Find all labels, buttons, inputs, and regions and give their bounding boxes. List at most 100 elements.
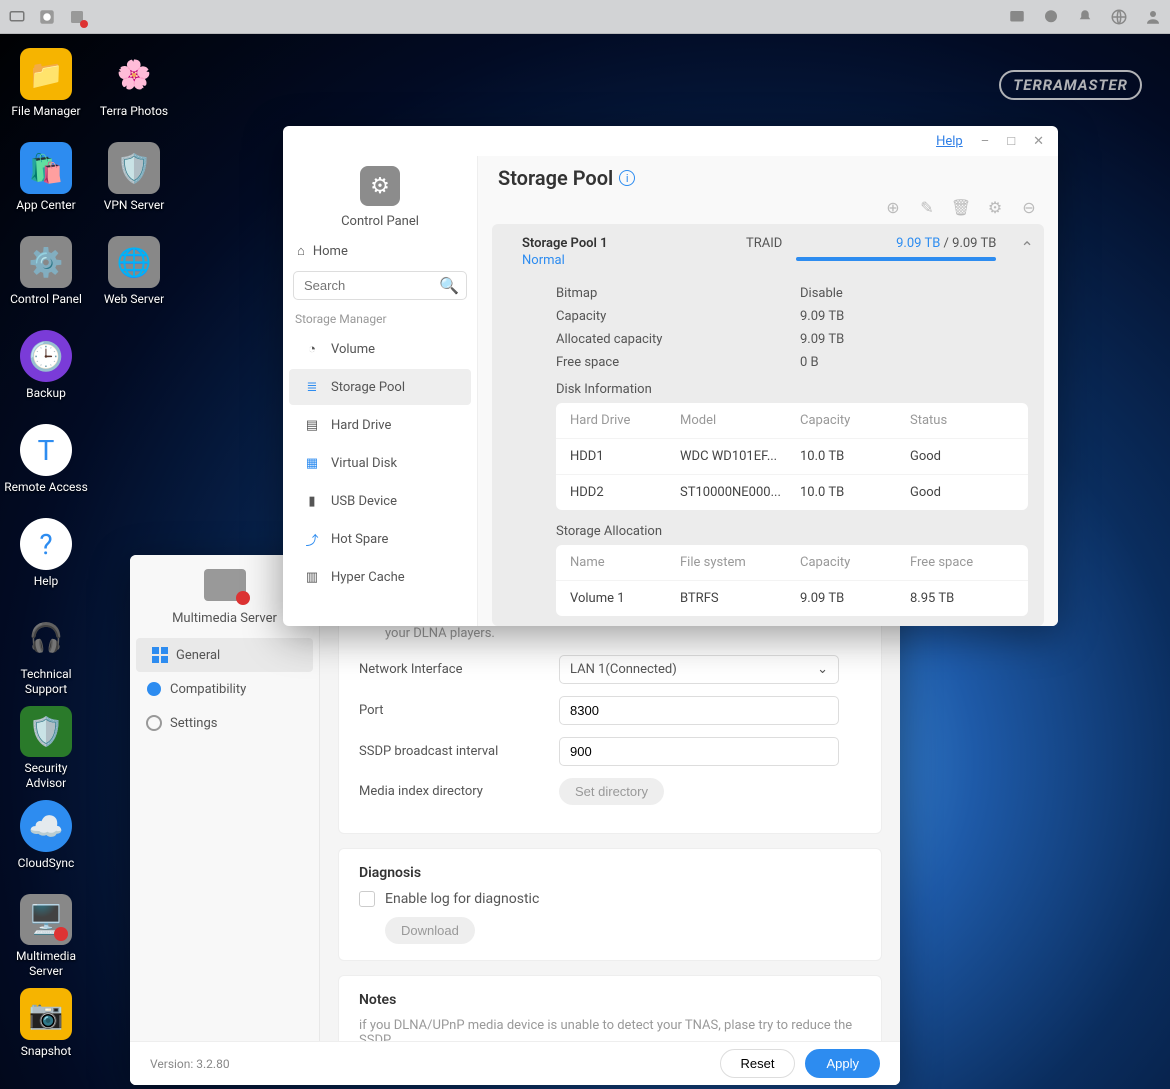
network-interface-select[interactable]: LAN 1(Connected) ⌄ <box>559 655 839 684</box>
mm-diagnosis-card: Diagnosis Enable log for diagnostic Down… <box>338 848 882 961</box>
disk-info-title: Disk Information <box>556 382 1028 397</box>
tab-settings[interactable]: Settings <box>130 706 319 740</box>
search-icon: 🔍 <box>439 276 459 295</box>
user-icon[interactable] <box>1144 8 1162 26</box>
home-link[interactable]: ⌂ Home <box>283 235 477 267</box>
brand-logo: TERRAMASTER <box>999 70 1142 100</box>
minimize-button[interactable]: – <box>981 134 990 149</box>
desktop-snapshot[interactable]: 📷Snapshot <box>4 984 88 1072</box>
nav-hard-drive[interactable]: ▤Hard Drive <box>289 407 471 443</box>
dashboard-icon[interactable] <box>1008 8 1026 26</box>
disk-row: HDD2 ST10000NE000... 10.0 TB Good <box>556 474 1028 510</box>
port-input[interactable] <box>559 696 839 725</box>
mm-app-icon <box>204 569 246 601</box>
desktop-cloudsync[interactable]: ☁️CloudSync <box>4 796 88 884</box>
allocation-title: Storage Allocation <box>556 524 1028 539</box>
allocation-table: Name File system Capacity Free space Vol… <box>556 545 1028 616</box>
show-desktop-icon[interactable] <box>8 8 26 26</box>
desktop-backup[interactable]: 🕒Backup <box>4 326 88 414</box>
nav-volume[interactable]: ◔Volume <box>289 331 471 367</box>
nav-virtual-disk[interactable]: ▦Virtual Disk <box>289 445 471 481</box>
multimedia-server-window: Multimedia Server General Compatibility … <box>130 555 900 1085</box>
desktop-remote-access[interactable]: TRemote Access <box>4 420 88 508</box>
tab-general-label: General <box>176 648 220 663</box>
desktop-vpn-server[interactable]: 🛡️VPN Server <box>92 138 176 226</box>
desktop-web-server[interactable]: 🌐Web Server <box>92 232 176 320</box>
notes-title: Notes <box>359 992 861 1008</box>
control-panel-window: Help – □ ✕ ⚙ Control Panel ⌂ Home 🔍 Stor… <box>283 126 1058 626</box>
settings-button[interactable]: ⚙ <box>986 198 1004 216</box>
media-directory-label: Media index directory <box>359 784 559 799</box>
mm-sidebar: Multimedia Server General Compatibility … <box>130 555 320 1085</box>
download-log-button[interactable]: Download <box>385 917 475 944</box>
edit-button[interactable]: ✎ <box>918 198 936 216</box>
pool-raid-type: TRAID <box>746 236 782 251</box>
desktop-security-advisor[interactable]: 🛡️Security Advisor <box>4 702 88 790</box>
chat-icon[interactable] <box>1042 8 1060 26</box>
control-panel-icon[interactable] <box>38 8 56 26</box>
hyper-cache-icon: ▥ <box>303 568 321 586</box>
multimedia-server-icon[interactable] <box>68 8 86 26</box>
usb-icon: ▮ <box>303 492 321 510</box>
desktop-file-manager[interactable]: 📁File Manager <box>4 44 88 132</box>
page-title: Storage Pool <box>498 166 613 190</box>
ssdp-label: SSDP broadcast interval <box>359 744 559 759</box>
mm-version: Version: 3.2.80 <box>150 1057 230 1071</box>
desktop-help[interactable]: ?Help <box>4 514 88 602</box>
mm-app-title: Multimedia Server <box>172 611 277 626</box>
desktop-technical-support[interactable]: 🎧Technical Support <box>4 608 88 696</box>
desktop-multimedia-server[interactable]: 🖥️Multimedia Server <box>4 890 88 978</box>
storage-pool-panel: Storage Pool 1 Normal TRAID 9.09 TB / 9.… <box>492 224 1044 626</box>
control-panel-app-icon: ⚙ <box>360 166 400 206</box>
close-button[interactable]: ✕ <box>1033 134 1044 149</box>
chevron-down-icon: ⌄ <box>817 662 828 677</box>
network-interface-label: Network Interface <box>359 662 559 677</box>
apply-button[interactable]: Apply <box>805 1049 880 1078</box>
bell-icon[interactable] <box>1076 8 1094 26</box>
pool-total: 9.09 TB <box>952 236 996 251</box>
home-icon: ⌂ <box>297 243 305 259</box>
desktop-control-panel[interactable]: ⚙️Control Panel <box>4 232 88 320</box>
network-interface-value: LAN 1(Connected) <box>570 662 677 677</box>
tab-general[interactable]: General <box>136 638 313 672</box>
delete-button[interactable]: 🗑 <box>952 198 970 216</box>
globe-icon[interactable] <box>1110 8 1128 26</box>
allocation-row: Volume 1 BTRFS 9.09 TB 8.95 TB <box>556 580 1028 616</box>
help-link[interactable]: Help <box>936 134 963 149</box>
hard-drive-icon: ▤ <box>303 416 321 434</box>
set-directory-button[interactable]: Set directory <box>559 778 664 805</box>
nav-usb-device[interactable]: ▮USB Device <box>289 483 471 519</box>
collapse-icon[interactable]: ⌃ <box>1020 238 1033 257</box>
pool-usage-bar <box>796 257 996 261</box>
desktop-terra-photos[interactable]: 🌸Terra Photos <box>92 44 176 132</box>
pool-used: 9.09 TB <box>896 236 940 251</box>
tab-compatibility[interactable]: Compatibility <box>130 672 319 706</box>
remove-button[interactable]: ⊖ <box>1020 198 1038 216</box>
add-button[interactable]: ⊕ <box>884 198 902 216</box>
virtual-disk-icon: ▦ <box>303 454 321 472</box>
mm-footer: Version: 3.2.80 Reset Apply <box>130 1041 900 1085</box>
taskbar <box>0 0 1170 34</box>
tab-settings-label: Settings <box>170 716 217 731</box>
nav-storage-pool[interactable]: ≣Storage Pool <box>289 369 471 405</box>
volume-icon: ◔ <box>303 340 321 358</box>
info-icon[interactable]: i <box>619 170 635 186</box>
port-label: Port <box>359 703 559 718</box>
nav-hyper-cache[interactable]: ▥Hyper Cache <box>289 559 471 595</box>
maximize-button[interactable]: □ <box>1007 133 1015 149</box>
enable-diagnostic-log-checkbox[interactable] <box>359 891 375 907</box>
ssdp-input[interactable] <box>559 737 839 766</box>
desktop-app-center[interactable]: 🛍️App Center <box>4 138 88 226</box>
enable-diagnostic-log-label: Enable log for diagnostic <box>385 891 539 907</box>
home-label: Home <box>313 244 348 259</box>
hot-spare-icon: ⤴ <box>303 530 321 548</box>
tab-compatibility-label: Compatibility <box>170 682 246 697</box>
reset-button[interactable]: Reset <box>720 1049 796 1078</box>
storage-pool-icon: ≣ <box>303 378 321 396</box>
pool-status: Normal <box>522 253 732 268</box>
control-panel-label: Control Panel <box>341 214 419 229</box>
disk-table: Hard Drive Model Capacity Status HDD1 WD… <box>556 403 1028 510</box>
nav-hot-spare[interactable]: ⤴Hot Spare <box>289 521 471 557</box>
pool-name: Storage Pool 1 <box>522 236 732 251</box>
disk-row: HDD1 WDC WD101EF... 10.0 TB Good <box>556 438 1028 474</box>
